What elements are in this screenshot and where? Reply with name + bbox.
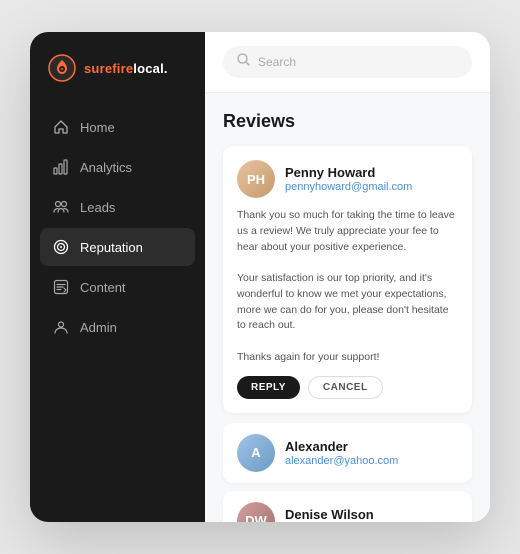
sidebar-item-content[interactable]: Content xyxy=(40,268,195,306)
search-bar-container xyxy=(223,46,472,78)
admin-icon xyxy=(52,318,70,336)
featured-review-card: PH Penny Howard pennyhoward@gmail.com Th… xyxy=(223,146,472,413)
reviewer-info: Denise Wilson denisewilson@gmail.com xyxy=(285,507,409,523)
review-body: Thank you so much for taking the time to… xyxy=(237,208,458,366)
sidebar-item-leads-label: Leads xyxy=(80,200,115,215)
logo-icon xyxy=(48,54,76,82)
review-actions: REPLY CANCEL xyxy=(237,376,458,399)
reviewer-email: alexander@yahoo.com xyxy=(285,455,398,467)
leads-icon xyxy=(52,198,70,216)
sidebar-item-home[interactable]: Home xyxy=(40,108,195,146)
analytics-icon xyxy=(52,158,70,176)
review-card-denise[interactable]: DW Denise Wilson denisewilson@gmail.com xyxy=(223,491,472,523)
top-bar xyxy=(205,32,490,93)
avatar: DW xyxy=(237,502,275,523)
sidebar-item-home-label: Home xyxy=(80,120,115,135)
reviewer-name: Penny Howard xyxy=(285,165,412,180)
main-content: Reviews PH Penny Howard pennyhoward@gmai… xyxy=(205,32,490,522)
sidebar-nav: Home Analytics xyxy=(30,104,205,350)
sidebar-item-reputation[interactable]: Reputation xyxy=(40,228,195,266)
avatar-initials: A xyxy=(251,445,260,460)
sidebar-item-admin[interactable]: Admin xyxy=(40,308,195,346)
review-body-line3: Thanks again for your support! xyxy=(237,350,458,366)
device-frame: surefirelocal. Home xyxy=(30,32,490,522)
review-card-alexander[interactable]: A Alexander alexander@yahoo.com xyxy=(223,423,472,483)
section-title: Reviews xyxy=(223,111,472,132)
sidebar-item-leads[interactable]: Leads xyxy=(40,188,195,226)
logo-area: surefirelocal. xyxy=(30,32,205,104)
sidebar-item-analytics-label: Analytics xyxy=(80,160,132,175)
reputation-icon xyxy=(52,238,70,256)
avatar: PH xyxy=(237,160,275,198)
sidebar-item-analytics[interactable]: Analytics xyxy=(40,148,195,186)
search-input[interactable] xyxy=(258,55,458,69)
review-body-line1: Thank you so much for taking the time to… xyxy=(237,208,458,255)
avatar: A xyxy=(237,434,275,472)
search-icon xyxy=(237,53,250,71)
sidebar-item-admin-label: Admin xyxy=(80,320,117,335)
logo-text: surefirelocal. xyxy=(84,61,168,76)
reviewer-email: pennyhoward@gmail.com xyxy=(285,181,412,193)
reviewer-info: Alexander alexander@yahoo.com xyxy=(285,439,398,467)
review-header: PH Penny Howard pennyhoward@gmail.com xyxy=(237,160,458,198)
reply-button[interactable]: REPLY xyxy=(237,376,300,399)
reviewer-name: Alexander xyxy=(285,439,398,454)
sidebar-item-reputation-label: Reputation xyxy=(80,240,143,255)
sidebar-item-content-label: Content xyxy=(80,280,126,295)
reviewer-name: Denise Wilson xyxy=(285,507,409,522)
review-body-line2: Your satisfaction is our top priority, a… xyxy=(237,271,458,334)
sidebar: surefirelocal. Home xyxy=(30,32,205,522)
cancel-button[interactable]: CANCEL xyxy=(308,376,383,399)
reviewer-info: Penny Howard pennyhoward@gmail.com xyxy=(285,165,412,193)
content-icon xyxy=(52,278,70,296)
home-icon xyxy=(52,118,70,136)
avatar-initials: PH xyxy=(247,172,265,187)
avatar-initials: DW xyxy=(245,513,267,522)
content-area: Reviews PH Penny Howard pennyhoward@gmai… xyxy=(205,93,490,522)
